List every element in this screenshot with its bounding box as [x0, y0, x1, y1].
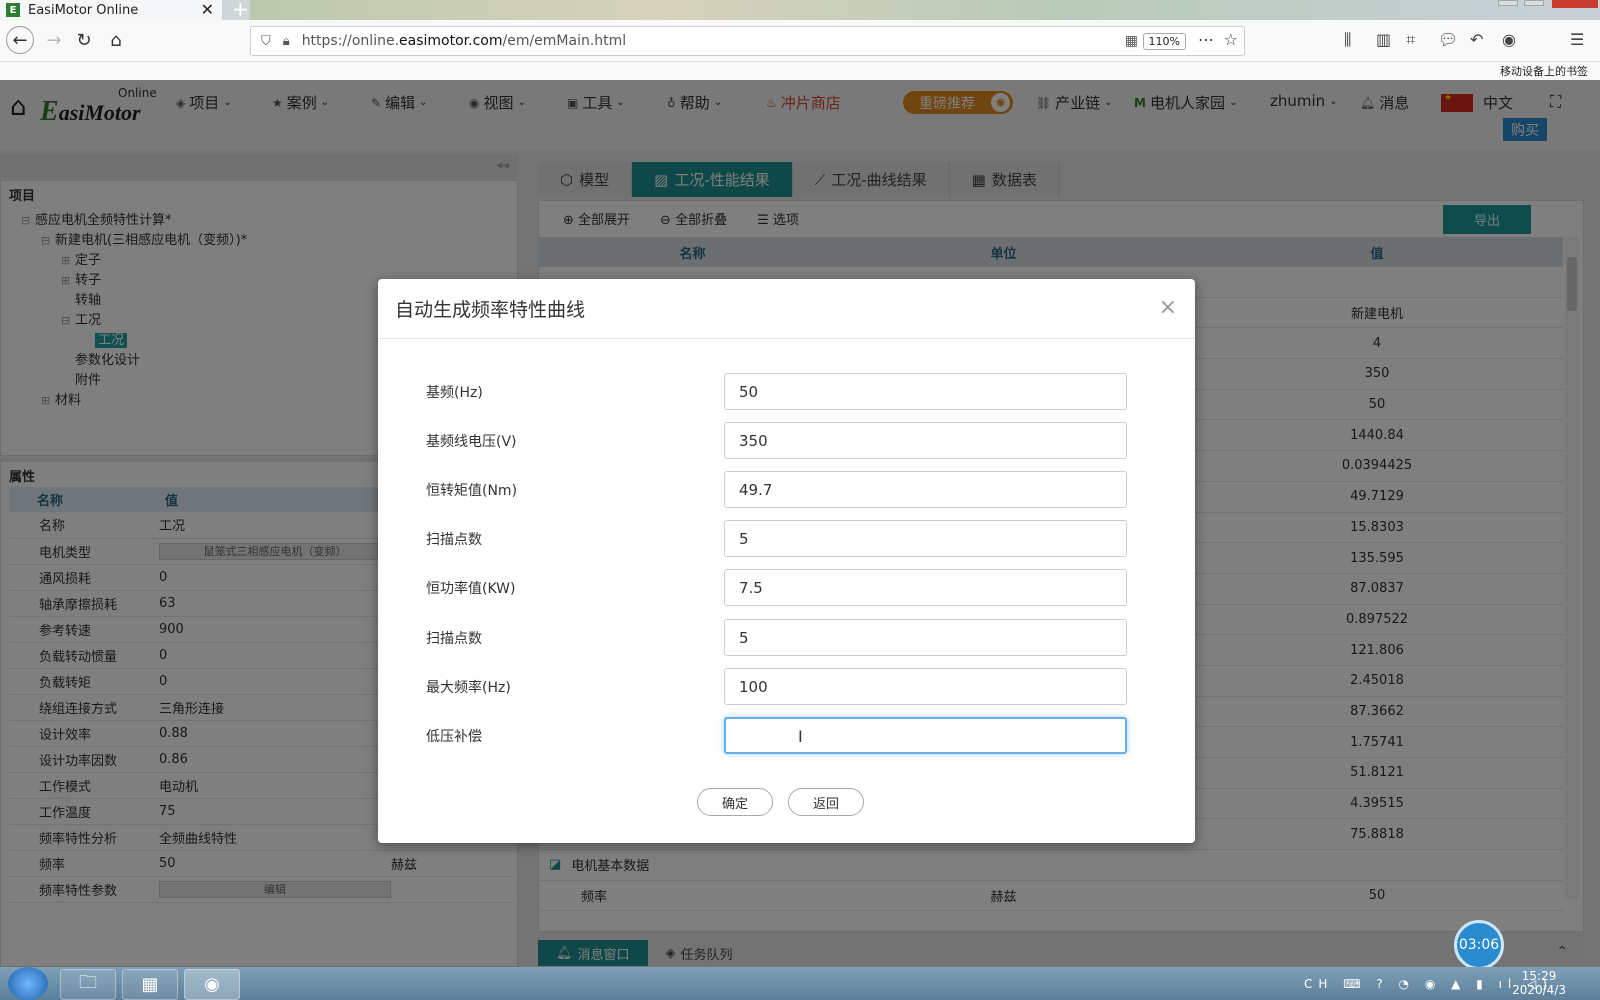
field-label: 基频线电压(V): [426, 434, 517, 450]
browser-tab-title: EasiMotor Online: [28, 2, 139, 18]
minimize-window-button[interactable]: [1498, 0, 1518, 6]
clock-date: 2020/4/3: [1512, 983, 1566, 997]
close-icon[interactable]: ×: [1159, 295, 1177, 320]
base-line-voltage-input[interactable]: [724, 422, 1127, 459]
address-bar[interactable]: ⛉ 🔒︎ https://online.easimotor.com/em/emM…: [250, 26, 1245, 56]
mobile-bookmarks-link[interactable]: 移动设备上的书签: [1500, 63, 1588, 79]
windows-taskbar: 🗀︎ ▦ ◉ CH ⌨ ? ◔ ◉ ▲ ▮ ıl ◁) 15:29 2020/4…: [0, 967, 1600, 1000]
scan-points-input-2[interactable]: [724, 619, 1127, 656]
field-label: 最大频率(Hz): [426, 680, 511, 696]
field-label: 基频(Hz): [426, 385, 483, 401]
back-button[interactable]: 返回: [788, 788, 864, 816]
forward-icon[interactable]: →: [40, 26, 68, 54]
field-constant-power: 恒功率值(KW): [426, 569, 1136, 606]
tracking-shield-icon[interactable]: ⛉: [261, 34, 271, 49]
zoom-level[interactable]: 110%: [1142, 33, 1186, 50]
field-low-voltage-compensation: 低压补偿 I: [426, 717, 1136, 754]
new-tab-icon[interactable]: +: [232, 0, 249, 20]
browser-tab[interactable]: E EasiMotor Online ✕: [0, 0, 222, 20]
home-icon[interactable]: ⌂: [102, 26, 130, 54]
close-tab-icon[interactable]: ✕: [201, 0, 214, 20]
field-base-frequency: 基频(Hz): [426, 373, 1136, 410]
screenshot-icon[interactable]: ⌗: [1406, 30, 1415, 50]
file-explorer-icon[interactable]: 🗀︎: [60, 969, 116, 1000]
library-icon[interactable]: ⫼: [1344, 30, 1351, 50]
confirm-button[interactable]: 确定: [697, 788, 773, 816]
text-cursor-icon: I: [798, 727, 803, 746]
firefox-icon[interactable]: ◉: [184, 969, 240, 1000]
dialog-title: 自动生成频率特性曲线: [378, 279, 1195, 339]
sidebar-icon[interactable]: ▥: [1376, 30, 1391, 49]
browser-tab-strip: E EasiMotor Online ✕ +: [0, 0, 1600, 20]
field-constant-torque: 恒转矩值(Nm): [426, 471, 1136, 508]
system-clock[interactable]: 15:29 2020/4/3: [1512, 969, 1566, 997]
menu-icon[interactable]: ☰: [1570, 30, 1584, 49]
field-label: 低压补偿: [426, 729, 482, 745]
page-actions-icon[interactable]: ⋯: [1198, 30, 1214, 49]
bookmarks-bar: 移动设备上的书签: [0, 62, 1600, 80]
field-max-frequency: 最大频率(Hz): [426, 668, 1136, 705]
constant-power-input[interactable]: [724, 569, 1127, 606]
field-label: 恒转矩值(Nm): [426, 483, 518, 499]
undo-icon[interactable]: ↶: [1470, 30, 1483, 49]
easimotor-favicon-icon: E: [6, 3, 20, 17]
chat-icon[interactable]: 💬︎: [1438, 30, 1458, 49]
maximize-window-button[interactable]: [1524, 0, 1544, 6]
browser-toolbar: ← → ↻ ⌂ ⛉ 🔒︎ https://online.easimotor.co…: [0, 20, 1600, 62]
qr-code-icon[interactable]: ▦: [1125, 33, 1138, 49]
max-frequency-input[interactable]: [724, 668, 1127, 705]
field-base-line-voltage: 基频线电压(V): [426, 422, 1136, 459]
lock-icon[interactable]: 🔒︎: [283, 34, 290, 49]
window-background: [250, 0, 1600, 20]
base-frequency-input[interactable]: [724, 373, 1127, 410]
field-label: 扫描点数: [426, 631, 482, 647]
field-label: 扫描点数: [426, 532, 482, 548]
field-scan-points-1: 扫描点数: [426, 520, 1136, 557]
scan-points-input-1[interactable]: [724, 520, 1127, 557]
session-timer[interactable]: 03:06: [1454, 920, 1504, 970]
url-text: https://online.easimotor.com/em/emMain.h…: [301, 33, 627, 49]
clock-time: 15:29: [1521, 969, 1557, 983]
start-menu-icon[interactable]: [8, 967, 48, 1000]
account-icon[interactable]: ◉: [1502, 30, 1516, 49]
reload-icon[interactable]: ↻: [70, 26, 98, 54]
bookmark-star-icon[interactable]: ☆: [1224, 30, 1238, 49]
calculator-icon[interactable]: ▦: [122, 969, 178, 1000]
constant-torque-input[interactable]: [724, 471, 1127, 508]
close-window-button[interactable]: [1552, 0, 1598, 8]
back-icon[interactable]: ←: [6, 26, 34, 54]
field-label: 恒功率值(KW): [426, 581, 516, 597]
field-scan-points-2: 扫描点数: [426, 619, 1136, 656]
frequency-curve-dialog: 自动生成频率特性曲线 × 基频(Hz) 基频线电压(V) 恒转矩值(Nm) 扫描…: [378, 279, 1195, 843]
low-voltage-compensation-input[interactable]: [724, 717, 1127, 754]
